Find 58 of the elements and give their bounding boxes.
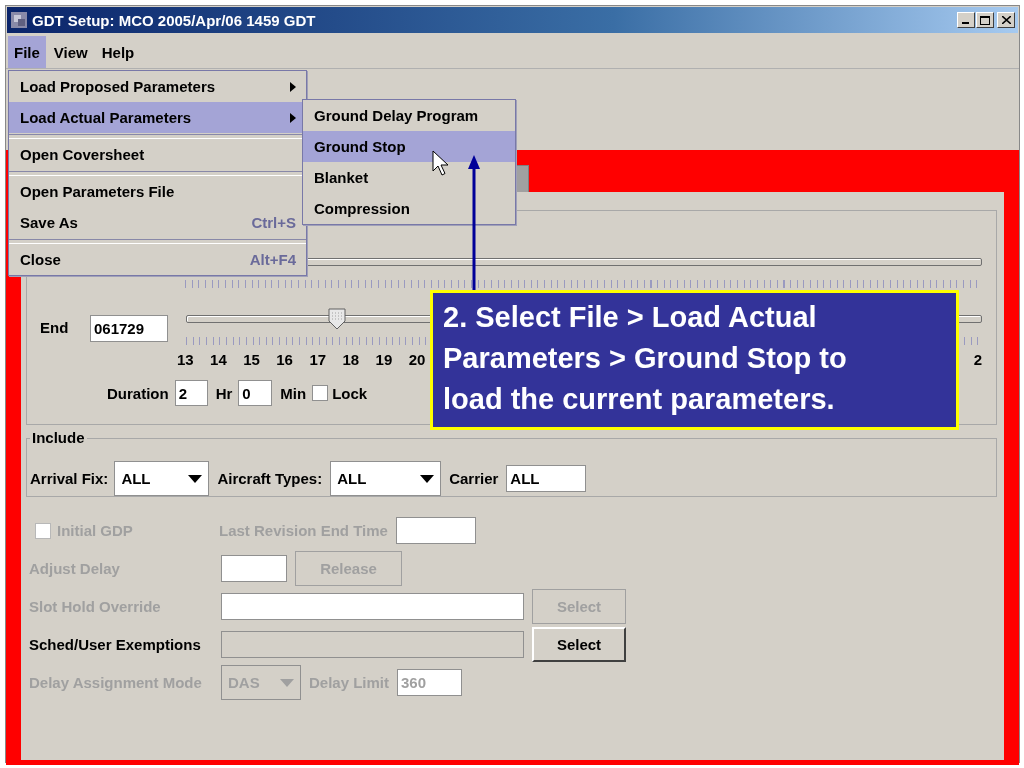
tick-label: 17 [309,351,328,368]
tick-label: 18 [342,351,361,368]
select-button[interactable]: Select [532,627,626,662]
tick-label: 2 [973,351,982,368]
field-label: Duration [107,384,169,402]
shortcut-label: Alt+F4 [249,251,296,268]
menu-title[interactable]: File [8,36,46,68]
tick-label: 20 [408,351,427,368]
maximize-button[interactable] [976,12,994,28]
dropdown-arrow-icon [280,678,294,687]
end-time-field[interactable]: 061729 [90,315,168,342]
minutes-field[interactable]: 0 [238,380,273,406]
close-icon [1001,16,1011,24]
pointer-icon [432,150,450,176]
checkbox[interactable] [312,385,329,401]
field-label: Carrier [449,470,499,487]
callout-tooltip: 2. Select File > Load Actual Parameters > Ground Stop to load the current parameters. [430,290,959,430]
text-field[interactable] [221,555,287,582]
checkbox-label: Lock [332,384,368,402]
tick-label: 14 [210,351,228,368]
slider-thumb[interactable] [328,308,347,330]
maximize-icon [980,15,990,25]
arrival-fix-dropdown[interactable]: ALL [114,461,210,496]
dropdown-arrow-icon [420,474,435,483]
unit-label: Hr [215,384,233,402]
menu-item[interactable]: Open Coversheet [9,139,306,170]
group-title: Include [30,429,87,446]
menu-item[interactable]: Open Parameters File [9,176,306,207]
text-field[interactable] [395,517,476,544]
hours-field[interactable]: 2 [174,380,208,406]
shortcut-label: Ctrl+S [251,214,296,231]
window-title: GDT Setup: MCO 2005/Apr/06 1459 GDT [32,11,317,29]
field-label: End [39,318,70,336]
tick-label: 19 [375,351,394,368]
menu-title[interactable]: View [47,36,94,68]
menu-item[interactable]: Close Alt+F4 [9,244,306,275]
menu-item[interactable]: Compression [303,193,515,224]
menu-item[interactable]: Blanket [303,162,515,193]
text-field[interactable] [221,593,524,620]
field-label: Sched/User Exemptions [29,636,201,653]
menu-item[interactable]: Save As Ctrl+S [9,207,306,238]
close-button[interactable] [997,12,1015,28]
menu-item[interactable]: Load Proposed Parameters [9,71,306,102]
field-label: Arrival Fix: [30,470,109,487]
dropdown-arrow-icon [188,474,203,483]
field-label: Aircraft Types: [217,470,323,487]
minimize-button[interactable] [957,12,975,28]
carrier-field[interactable]: ALL [506,465,587,492]
text-field[interactable] [221,631,524,658]
tick-label: 16 [276,351,294,368]
menu-title[interactable]: Help [95,36,141,68]
app-icon [10,11,28,29]
tick-label: 15 [243,351,261,368]
aircraft-types-dropdown[interactable]: ALL [330,461,442,496]
unit-label: Min [280,384,307,402]
menu-item[interactable]: Ground Delay Program [303,100,515,131]
tick-label: 13 [177,351,195,368]
menu-item[interactable]: Ground Stop [303,131,515,162]
